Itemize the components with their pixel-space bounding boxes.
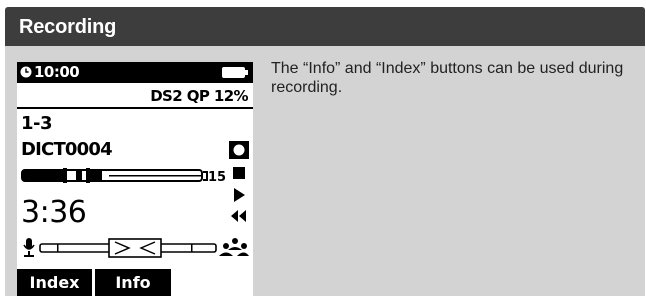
elapsed-time: 3:36 xyxy=(21,195,87,230)
recording-format: DS2 QP 12% xyxy=(150,87,248,105)
status-bar: 10:00 xyxy=(17,62,253,83)
file-name: DICT0004 xyxy=(21,139,113,160)
battery-icon xyxy=(222,67,248,78)
conference-icon xyxy=(219,238,249,256)
index-count: 15 xyxy=(208,170,226,185)
microphone-icon xyxy=(23,238,35,257)
section-title: Recording xyxy=(19,16,117,38)
content-panel: 10:00 DS2 QP 12% 1-3 DICT0004 15 3:36 In… xyxy=(5,46,645,296)
index-button[interactable]: Index xyxy=(17,269,92,296)
device-screen: 10:00 DS2 QP 12% 1-3 DICT0004 15 3:36 In… xyxy=(17,62,253,296)
clock-time: 10:00 xyxy=(34,63,80,81)
info-button[interactable]: Info xyxy=(95,269,171,296)
rewind-icon xyxy=(231,210,246,222)
play-icon xyxy=(234,188,245,202)
record-icon xyxy=(229,141,249,159)
stop-icon xyxy=(233,167,245,179)
progress-bar: 15 xyxy=(21,168,226,185)
divider xyxy=(17,107,253,109)
mic-sensitivity-slider xyxy=(23,238,249,258)
clock-icon xyxy=(20,66,32,78)
description-text: The “Info” and “Index” buttons can be us… xyxy=(271,60,624,96)
file-position: 1-3 xyxy=(21,113,53,134)
section-header: Recording xyxy=(5,7,645,46)
